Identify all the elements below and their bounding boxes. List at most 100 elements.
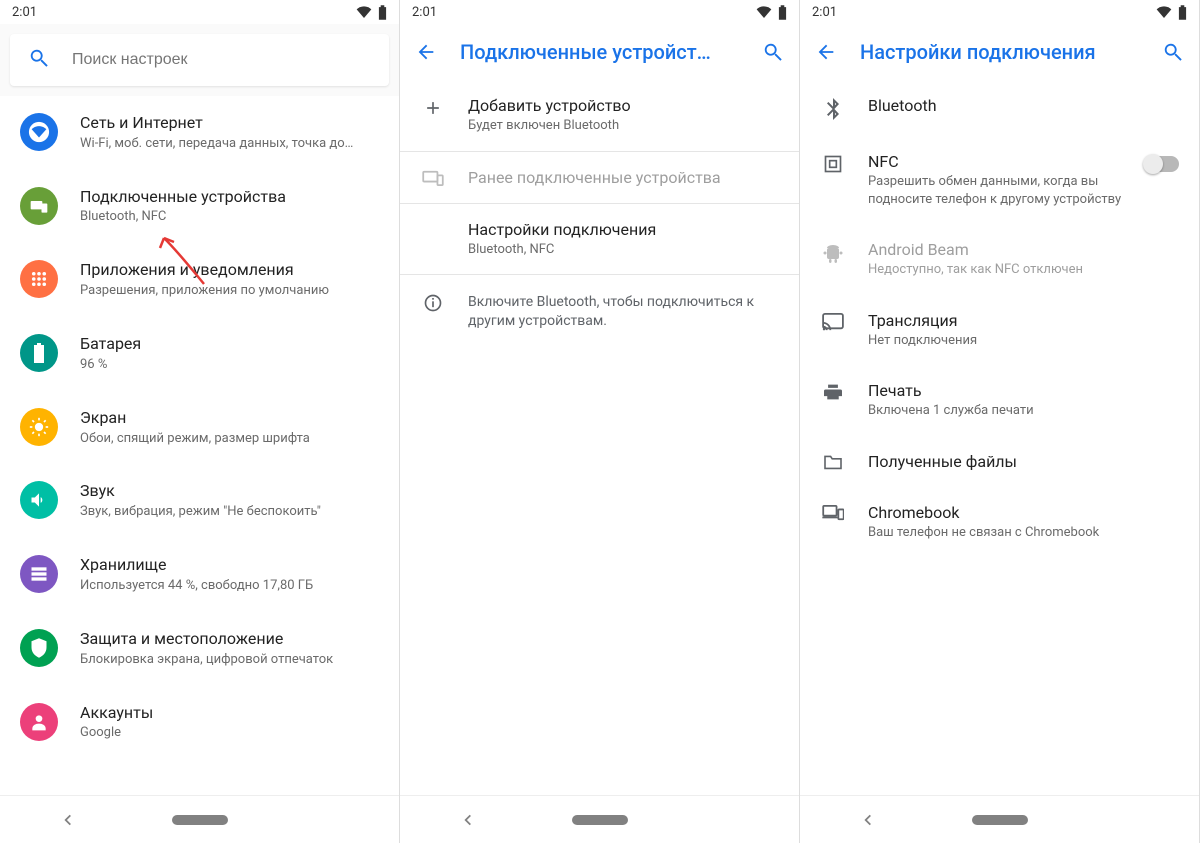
settings-list: Сеть и Интернет Wi-Fi, моб. сети, переда…	[0, 96, 399, 795]
row-sub: Будет включен Bluetooth	[468, 117, 779, 135]
devices-other-icon	[420, 170, 446, 186]
received-files-row[interactable]: Полученные файлы	[800, 436, 1199, 487]
spacer	[800, 557, 1199, 795]
search-button[interactable]	[1161, 40, 1185, 64]
item-sub: Звук, вибрация, режим "Не беспокоить"	[80, 504, 379, 521]
connected-devices-panel: 2:01 Подключенные устройст… Добавить уст…	[400, 0, 800, 843]
status-time: 2:01	[12, 5, 37, 20]
item-title: Экран	[80, 408, 379, 429]
cast-icon	[820, 313, 846, 331]
row-sub: Недоступно, так как NFC отключен	[868, 261, 1179, 279]
item-title: Звук	[80, 481, 379, 502]
search-icon	[28, 47, 50, 73]
folder-icon	[820, 454, 846, 470]
bluetooth-row[interactable]: Bluetooth	[800, 80, 1199, 136]
battery-circ-icon	[20, 334, 58, 372]
item-sub: Bluetooth, NFC	[80, 209, 379, 226]
connection-prefs-row[interactable]: Настройки подключения Bluetooth, NFC	[400, 204, 799, 275]
cast-row[interactable]: Трансляция Нет подключения	[800, 295, 1199, 366]
chromebook-row[interactable]: Chromebook Ваш телефон не связан с Chrom…	[800, 487, 1199, 558]
search-container	[0, 24, 399, 96]
account-icon	[20, 703, 58, 741]
row-sub: Разрешить обмен данными, когда вы поднос…	[868, 173, 1123, 208]
brightness-icon	[20, 408, 58, 446]
item-sub: Блокировка экрана, цифровой отпечаток	[80, 652, 379, 669]
nav-back-icon[interactable]	[440, 813, 496, 827]
app-bar: Настройки подключения	[800, 24, 1199, 80]
settings-item-apps[interactable]: Приложения и уведомления Разрешения, при…	[0, 243, 399, 317]
android-icon	[820, 242, 846, 264]
nav-bar	[800, 795, 1199, 843]
info-icon	[420, 293, 446, 313]
settings-item-display[interactable]: Экран Обои, спящий режим, размер шрифта	[0, 391, 399, 465]
item-sub: Обои, спящий режим, размер шрифта	[80, 431, 379, 448]
settings-item-accounts[interactable]: Аккаунты Google	[0, 686, 399, 760]
settings-root-panel: 2:01 Сеть и Интернет Wi-Fi, моб. сети,	[0, 0, 400, 843]
item-sub: 96 %	[80, 357, 379, 374]
wifi-icon	[756, 6, 772, 18]
android-beam-row: Android Beam Недоступно, так как NFC отк…	[800, 224, 1199, 295]
storage-icon	[20, 555, 58, 593]
row-title: Настройки подключения	[468, 220, 779, 239]
nav-home-icon[interactable]	[972, 815, 1028, 825]
settings-item-sound[interactable]: Звук Звук, вибрация, режим "Не беспокоит…	[0, 464, 399, 538]
settings-item-storage[interactable]: Хранилище Используется 44 %, свободно 17…	[0, 538, 399, 612]
nav-home-icon[interactable]	[172, 815, 228, 825]
row-title: Печать	[868, 381, 1179, 400]
app-bar: Подключенные устройст…	[400, 24, 799, 80]
nav-back-icon[interactable]	[40, 813, 96, 827]
wifi-icon	[1156, 6, 1172, 18]
nav-back-icon[interactable]	[840, 813, 896, 827]
row-title: Трансляция	[868, 311, 1179, 330]
settings-item-connected[interactable]: Подключенные устройства Bluetooth, NFC	[0, 170, 399, 244]
bluetooth-hint-row: Включите Bluetooth, чтобы подключиться к…	[400, 275, 799, 347]
devices-icon	[20, 187, 58, 225]
item-title: Батарея	[80, 334, 379, 355]
row-sub: Включена 1 служба печати	[868, 402, 1179, 420]
settings-item-network[interactable]: Сеть и Интернет Wi-Fi, моб. сети, переда…	[0, 96, 399, 170]
row-title: Полученные файлы	[868, 452, 1179, 471]
item-title: Аккаунты	[80, 703, 379, 724]
row-sub: Bluetooth, NFC	[468, 241, 779, 259]
back-button[interactable]	[414, 40, 438, 64]
nfc-toggle[interactable]	[1145, 156, 1179, 172]
item-sub: Google	[80, 725, 379, 742]
row-title: Android Beam	[868, 240, 1179, 259]
previously-connected-row[interactable]: Ранее подключенные устройства	[400, 152, 799, 203]
print-row[interactable]: Печать Включена 1 служба печати	[800, 365, 1199, 436]
spacer	[400, 347, 799, 795]
nav-home-icon[interactable]	[572, 815, 628, 825]
add-device-row[interactable]: Добавить устройство Будет включен Blueto…	[400, 80, 799, 151]
nfc-icon	[820, 154, 846, 174]
item-sub: Используется 44 %, свободно 17,80 ГБ	[80, 578, 379, 595]
row-sub: Нет подключения	[868, 332, 1179, 350]
settings-item-battery[interactable]: Батарея 96 %	[0, 317, 399, 391]
nav-bar	[400, 795, 799, 843]
row-title: NFC	[868, 152, 1123, 171]
nfc-row[interactable]: NFC Разрешить обмен данными, когда вы по…	[800, 136, 1199, 224]
back-button[interactable]	[814, 40, 838, 64]
print-icon	[820, 383, 846, 401]
wifi-icon	[356, 6, 372, 18]
status-bar: 2:01	[800, 0, 1199, 24]
search-box[interactable]	[10, 34, 389, 86]
settings-item-security[interactable]: Защита и местоположение Блокировка экран…	[0, 612, 399, 686]
plus-icon	[420, 98, 446, 118]
status-time: 2:01	[812, 5, 837, 20]
item-title: Защита и местоположение	[80, 629, 379, 650]
item-title: Приложения и уведомления	[80, 260, 379, 281]
shield-icon	[20, 629, 58, 667]
row-title: Bluetooth	[868, 96, 1179, 115]
status-right	[1156, 5, 1187, 20]
search-input[interactable]	[72, 51, 371, 69]
status-bar: 2:01	[0, 0, 399, 24]
row-title: Ранее подключенные устройства	[468, 168, 779, 187]
row-title: Добавить устройство	[468, 96, 779, 115]
item-sub: Разрешения, приложения по умолчанию	[80, 283, 379, 300]
battery-icon	[378, 5, 387, 20]
status-right	[356, 5, 387, 20]
battery-icon	[778, 5, 787, 20]
appbar-title: Настройки подключения	[860, 40, 1139, 64]
bluetooth-icon	[820, 98, 846, 120]
search-button[interactable]	[761, 40, 785, 64]
